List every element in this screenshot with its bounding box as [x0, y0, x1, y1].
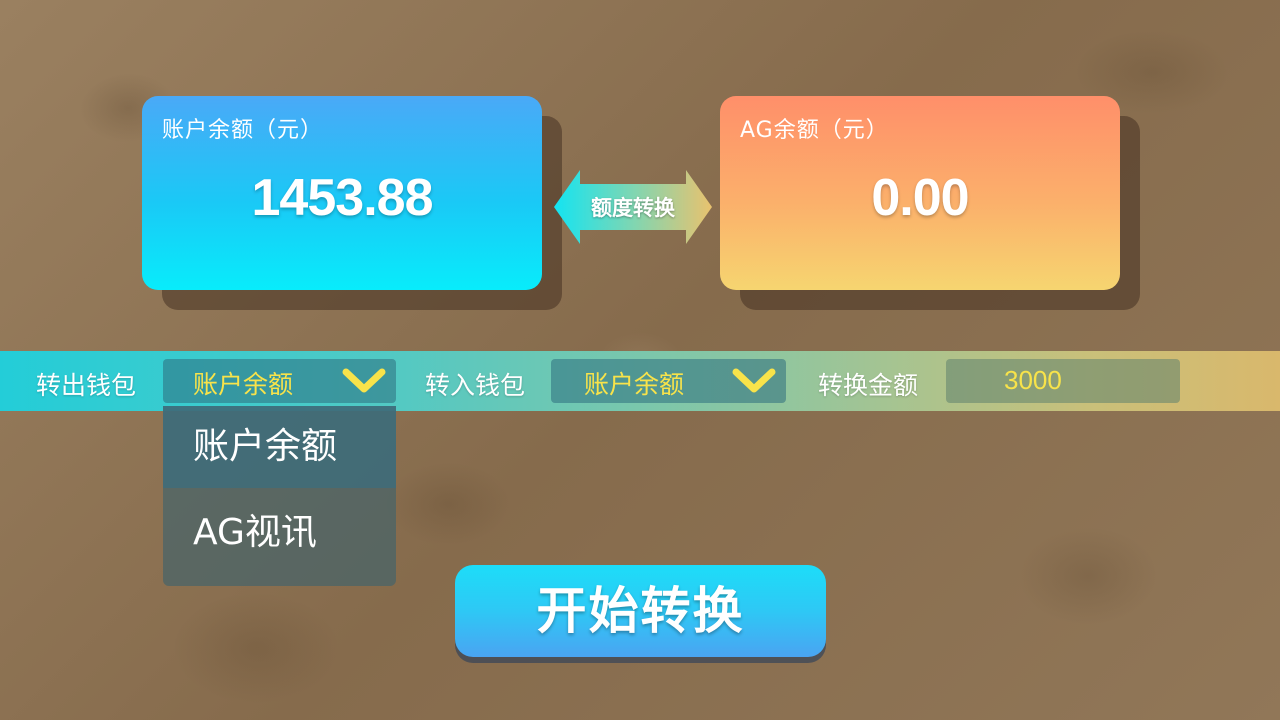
ag-balance-value: 0.00	[871, 169, 969, 227]
quota-swap-label: 额度转换	[591, 196, 675, 220]
transfer-amount-input[interactable]: 3000	[946, 359, 1180, 403]
transfer-out-select[interactable]: 账户余额	[163, 359, 396, 403]
dropdown-item-ag-video[interactable]: AG视讯	[163, 492, 396, 574]
ag-balance-card: AG余额（元） 0.00	[720, 96, 1140, 310]
transfer-in-selected: 账户余额	[584, 370, 685, 399]
account-balance-title: 账户余额（元）	[162, 118, 324, 143]
account-balance-card: 账户余额（元） 1453.88	[142, 96, 562, 310]
transfer-out-dropdown: 账户余额 AG视讯	[163, 406, 396, 586]
transfer-out-selected: 账户余额	[193, 370, 294, 399]
transfer-amount-value: 3000	[1004, 365, 1062, 395]
transfer-amount-label: 转换金额	[818, 371, 919, 400]
transfer-in-select[interactable]: 账户余额	[551, 359, 786, 403]
ag-balance-title: AG余额（元）	[740, 118, 889, 143]
start-conversion-button[interactable]: 开始转换	[455, 565, 826, 657]
account-balance-value: 1453.88	[251, 169, 434, 227]
ag-balance-panel: AG余额（元） 0.00	[720, 96, 1120, 290]
quota-swap-button[interactable]: 额度转换	[554, 170, 712, 244]
chevron-down-icon	[342, 368, 386, 393]
chevron-down-icon	[732, 368, 776, 393]
account-balance-panel: 账户余额（元） 1453.88	[142, 96, 542, 290]
dropdown-item-account-balance[interactable]: 账户余额	[163, 406, 396, 488]
start-conversion-wrap: 开始转换	[455, 565, 826, 663]
transfer-out-label: 转出钱包	[36, 371, 137, 400]
transfer-in-label: 转入钱包	[425, 371, 526, 400]
